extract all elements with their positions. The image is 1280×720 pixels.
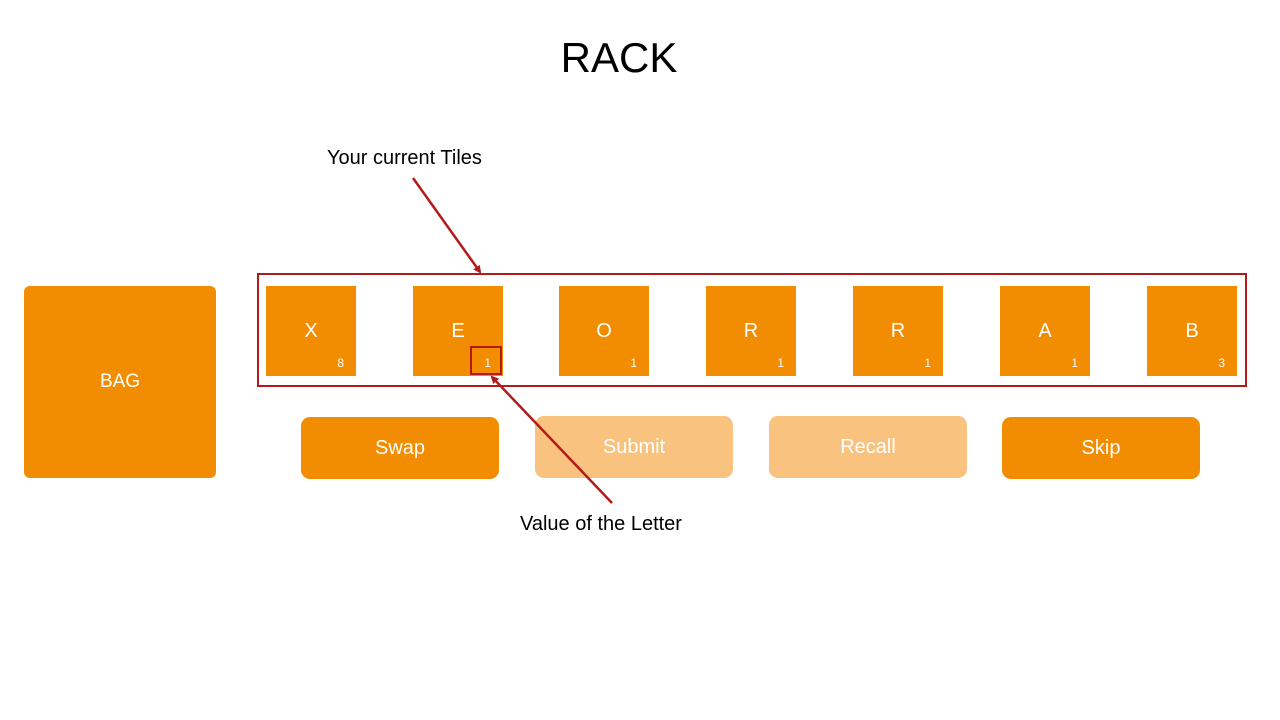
rack-tile[interactable]: O 1 [559, 286, 649, 376]
tile-value: 1 [924, 356, 931, 370]
rack-tile[interactable]: X 8 [266, 286, 356, 376]
rack-tile[interactable]: B 3 [1147, 286, 1237, 376]
swap-button[interactable]: Swap [301, 417, 499, 479]
tile-letter: E [451, 320, 465, 342]
value-annotation: Value of the Letter [520, 513, 682, 535]
tile-letter: B [1185, 320, 1199, 342]
submit-button-label: Submit [602, 435, 666, 458]
tile-letter: A [1038, 320, 1052, 342]
bag-label: BAG [99, 371, 141, 392]
tile-value: 1 [1071, 356, 1078, 370]
value-highlight-box [470, 346, 502, 375]
tile-value: 3 [1218, 356, 1225, 370]
rack-tile[interactable]: R 1 [853, 286, 943, 376]
tiles-arrow [411, 177, 482, 274]
tile-letter: X [304, 320, 318, 342]
recall-button-label: Recall [840, 435, 896, 458]
swap-button-label: Swap [374, 436, 426, 459]
skip-button[interactable]: Skip [1002, 417, 1200, 479]
page-title: RACK [560, 34, 678, 81]
submit-button[interactable]: Submit [535, 416, 733, 478]
tile-letter: R [890, 320, 906, 342]
tiles-annotation: Your current Tiles [327, 147, 482, 169]
skip-button-label: Skip [1081, 436, 1121, 459]
tile-letter: R [743, 320, 759, 342]
rack-tile[interactable]: A 1 [1000, 286, 1090, 376]
tile-value: 1 [777, 356, 784, 370]
tile-value: 1 [630, 356, 637, 370]
tile-value: 8 [337, 356, 344, 370]
tile-letter: O [596, 320, 612, 342]
rack-tile[interactable]: R 1 [706, 286, 796, 376]
bag-button[interactable]: BAG [24, 286, 216, 478]
recall-button[interactable]: Recall [769, 416, 967, 478]
